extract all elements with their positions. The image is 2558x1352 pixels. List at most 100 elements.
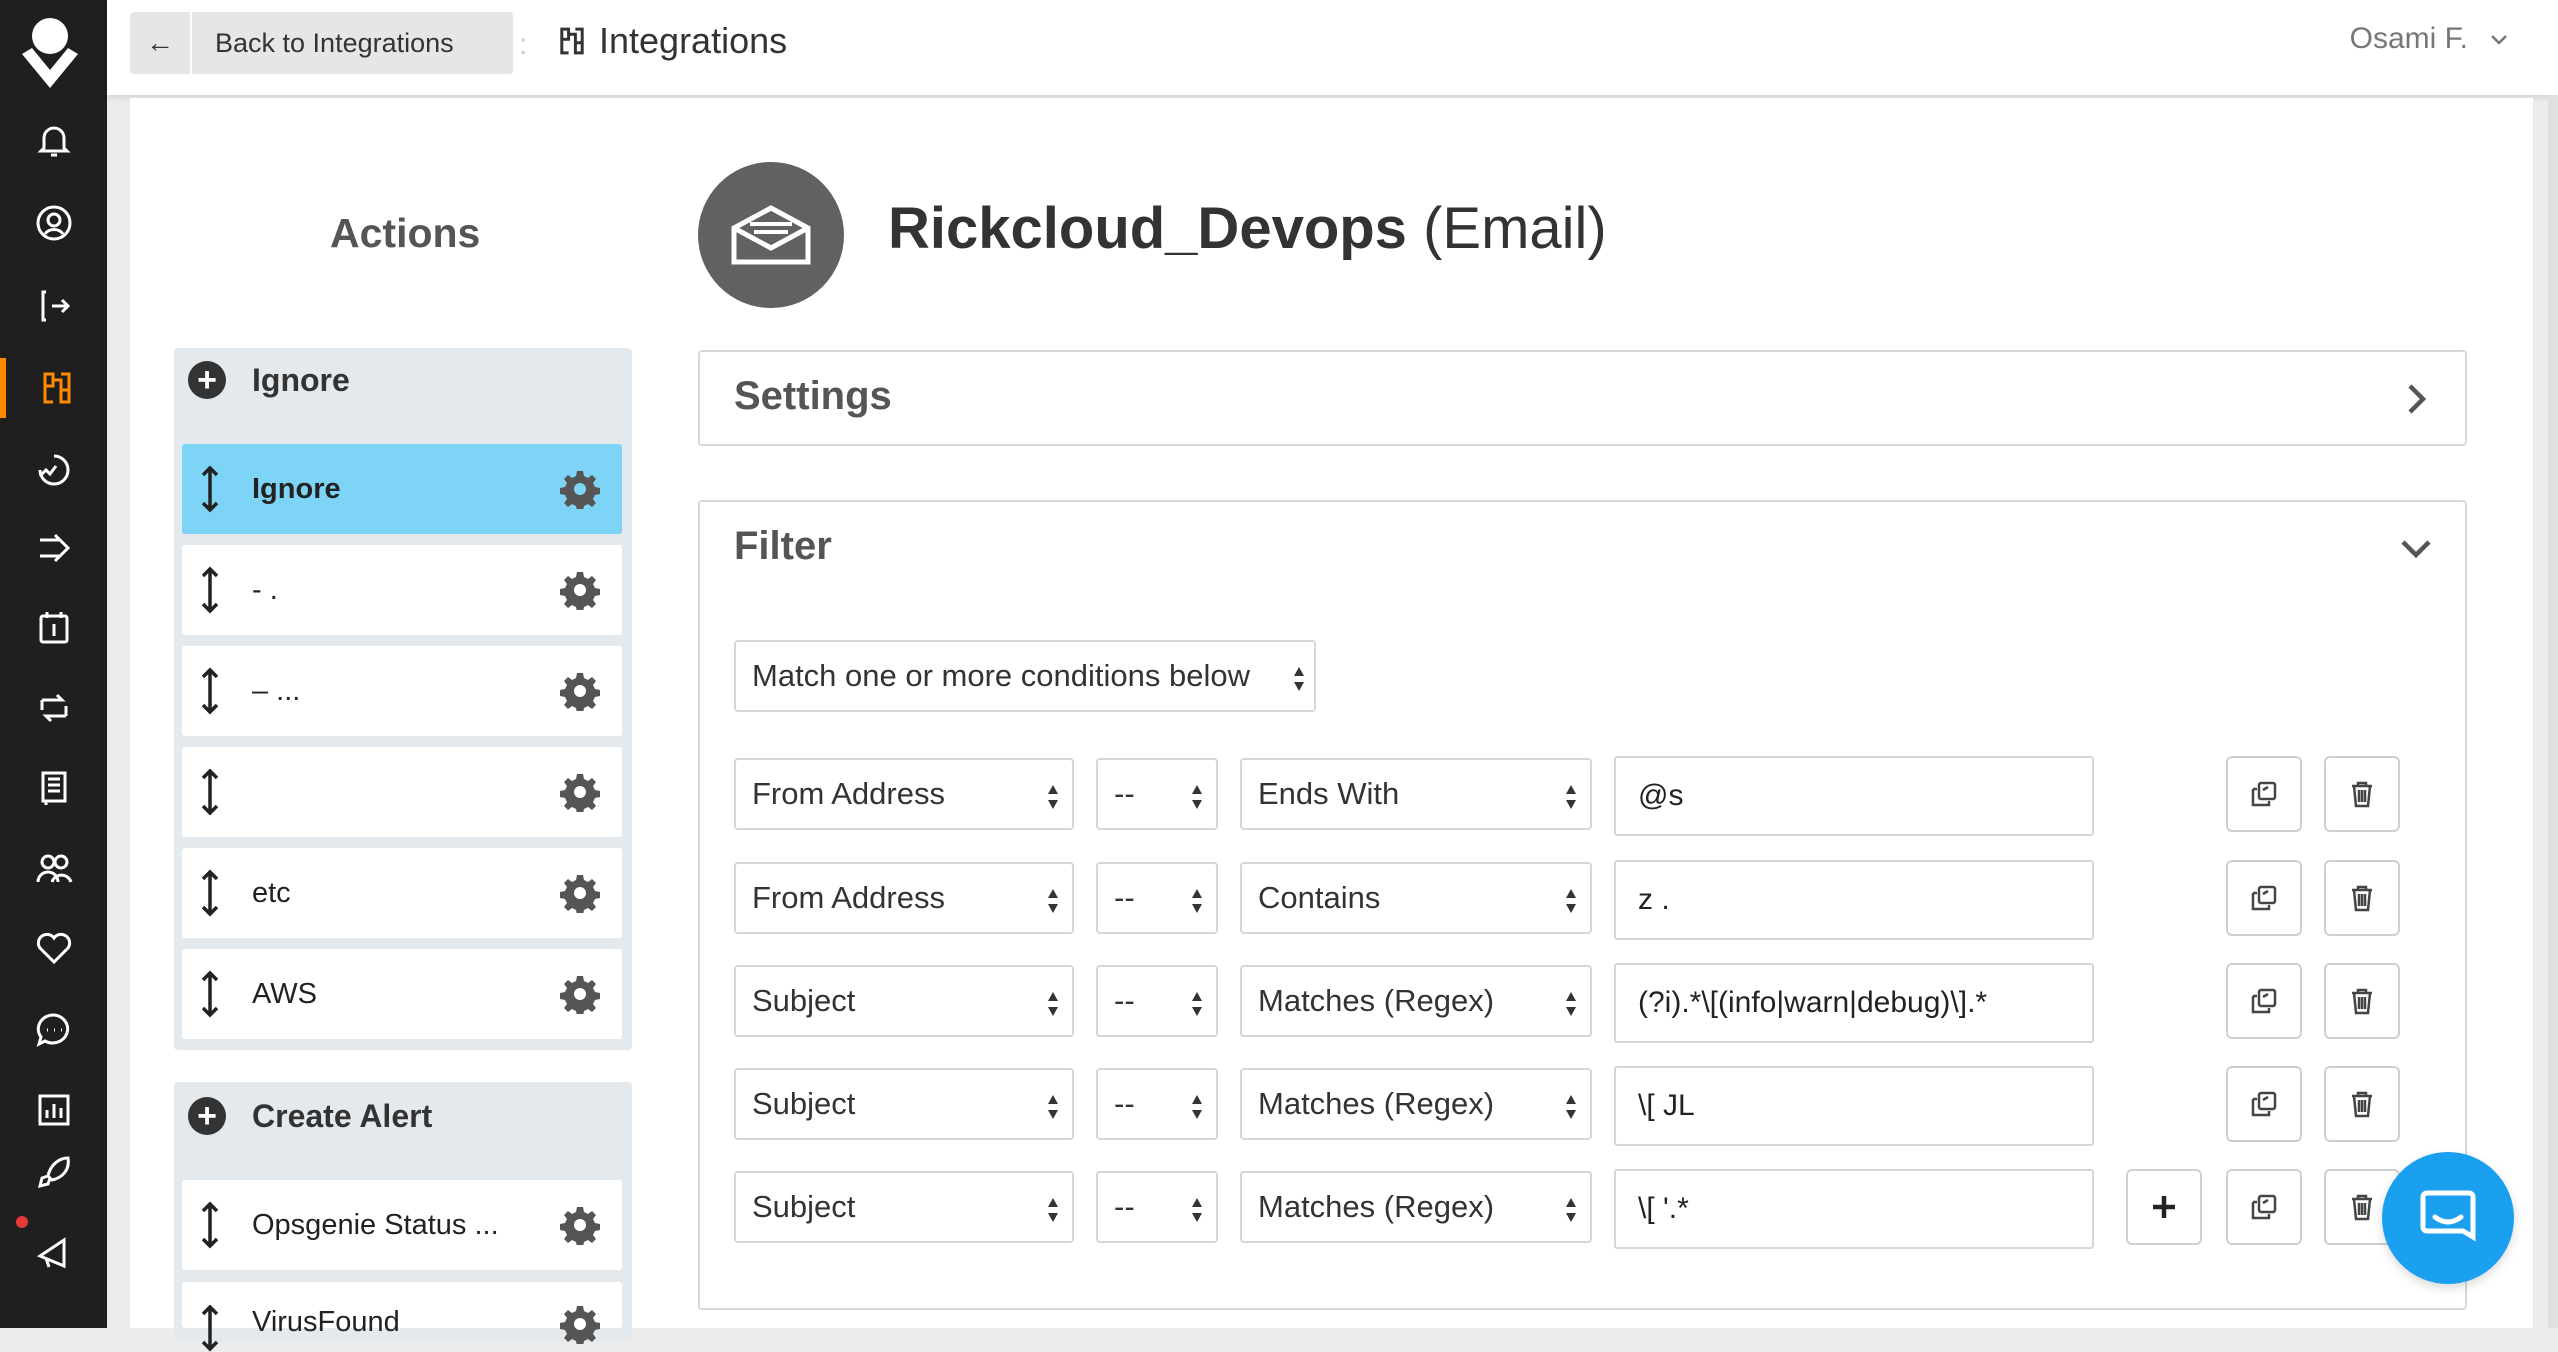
nav-schedules[interactable] <box>0 598 107 658</box>
phone-forward-icon <box>41 290 70 322</box>
gear-icon[interactable] <box>560 570 600 610</box>
condition-operation-select[interactable]: Matches (Regex) <box>1240 965 1592 1037</box>
drag-handle-icon[interactable] <box>197 1304 223 1352</box>
add-ignore-action-button[interactable]: + Ignore <box>188 350 350 410</box>
chat-bubble-icon <box>2420 1190 2476 1242</box>
integration-name: Rickcloud_Devops (Email) <box>888 195 1607 262</box>
nav-heartbeats[interactable] <box>0 440 107 500</box>
condition-field-value: Subject <box>752 1086 856 1121</box>
action-rule[interactable]: - . <box>182 545 622 635</box>
gear-icon[interactable] <box>560 974 600 1014</box>
nav-whats-new[interactable] <box>0 1142 107 1202</box>
condition-operation-select[interactable]: Contains <box>1240 862 1592 934</box>
condition-field-select[interactable]: Subject <box>734 965 1074 1037</box>
action-rule[interactable]: Opsgenie Status ... <box>182 1180 622 1270</box>
condition-not-select[interactable]: -- <box>1096 965 1218 1037</box>
heart-icon <box>36 932 71 965</box>
condition-not-select[interactable]: -- <box>1096 1068 1218 1140</box>
nav-alerts[interactable] <box>0 110 107 170</box>
drag-handle-icon[interactable] <box>197 667 223 715</box>
condition-not-select[interactable]: -- <box>1096 758 1218 830</box>
add-condition-button[interactable] <box>2126 1169 2202 1245</box>
delete-condition-button[interactable] <box>2324 1066 2400 1142</box>
settings-title: Settings <box>734 374 892 418</box>
plus-icon <box>2153 1196 2175 1218</box>
copy-condition-button[interactable] <box>2226 756 2302 832</box>
nav-reports[interactable] <box>0 1080 107 1140</box>
gear-icon[interactable] <box>560 873 600 913</box>
chevron-right-icon[interactable] <box>2399 382 2433 416</box>
condition-operation-select[interactable]: Ends With <box>1240 758 1592 830</box>
condition-value-input[interactable]: @s <box>1614 756 2094 836</box>
copy-condition-button[interactable] <box>2226 860 2302 936</box>
nav-integrations[interactable] <box>0 358 107 418</box>
copy-condition-button[interactable] <box>2226 1169 2302 1245</box>
gear-icon[interactable] <box>560 1304 600 1344</box>
actions-title: Actions <box>330 210 481 256</box>
condition-value-input[interactable]: \[ '.* <box>1614 1169 2094 1249</box>
condition-not-value: -- <box>1114 1086 1135 1121</box>
nav-favorites[interactable] <box>0 918 107 978</box>
drag-handle-icon[interactable] <box>197 566 223 614</box>
drag-handle-icon[interactable] <box>197 970 223 1018</box>
condition-not-value: -- <box>1114 983 1135 1018</box>
condition-not-select[interactable]: -- <box>1096 862 1218 934</box>
action-rule[interactable]: Ignore <box>182 444 622 534</box>
gear-icon[interactable] <box>560 469 600 509</box>
reports-icon <box>38 1094 69 1126</box>
action-rule[interactable]: VirusFound <box>182 1282 622 1352</box>
gear-icon[interactable] <box>560 772 600 812</box>
gear-icon[interactable] <box>560 1205 600 1245</box>
scrollbar[interactable] <box>2548 95 2558 1328</box>
action-rule[interactable]: – ... <box>182 646 622 736</box>
drag-handle-icon[interactable] <box>197 768 223 816</box>
copy-condition-button[interactable] <box>2226 1066 2302 1142</box>
back-to-integrations-button[interactable]: ← Back to Integrations <box>130 12 513 74</box>
nav-services[interactable] <box>0 758 107 818</box>
action-rule-name: AWS <box>252 977 317 1010</box>
drag-handle-icon[interactable] <box>197 869 223 917</box>
action-rule[interactable] <box>182 747 622 837</box>
chevron-down-icon[interactable] <box>2399 532 2433 566</box>
nav-chat[interactable] <box>0 1000 107 1060</box>
condition-operation-select[interactable]: Matches (Regex) <box>1240 1068 1592 1140</box>
gear-icon[interactable] <box>560 671 600 711</box>
chat-icon <box>36 1013 69 1047</box>
condition-operation-select[interactable]: Matches (Regex) <box>1240 1171 1592 1243</box>
user-menu[interactable]: Osami F. <box>2350 22 2510 56</box>
chat-launcher-button[interactable] <box>2382 1152 2514 1284</box>
trash-icon <box>2352 781 2372 808</box>
nav-who-is-on-call[interactable] <box>0 193 107 253</box>
delete-condition-button[interactable] <box>2324 756 2400 832</box>
condition-field-select[interactable]: Subject <box>734 1171 1074 1243</box>
nav-incoming-call[interactable] <box>0 276 107 336</box>
delete-condition-button[interactable] <box>2324 860 2400 936</box>
condition-value-input[interactable]: z . <box>1614 860 2094 940</box>
condition-field-select[interactable]: From Address <box>734 758 1074 830</box>
add-create-alert-action-button[interactable]: + Create Alert <box>188 1086 432 1146</box>
settings-section[interactable]: Settings <box>698 350 2467 446</box>
condition-not-select[interactable]: -- <box>1096 1171 1218 1243</box>
copy-condition-button[interactable] <box>2226 963 2302 1039</box>
condition-value-input[interactable]: \[ JL <box>1614 1066 2094 1146</box>
envelope-icon <box>731 205 811 265</box>
drag-handle-icon[interactable] <box>197 1201 223 1249</box>
drag-handle-icon[interactable] <box>197 465 223 513</box>
condition-value-input[interactable]: (?i).*\[(info|warn|debug)\].* <box>1614 963 2094 1043</box>
nav-routing[interactable] <box>0 518 107 578</box>
nav-announcements[interactable] <box>0 1222 107 1282</box>
condition-field-select[interactable]: From Address <box>734 862 1074 934</box>
group-label: Create Alert <box>252 1097 433 1134</box>
action-rule[interactable]: etc <box>182 848 622 938</box>
nav-teams[interactable] <box>0 838 107 898</box>
bell-icon <box>36 126 71 157</box>
breadcrumb-separator: : <box>519 28 528 61</box>
match-mode-select[interactable]: Match one or more conditions below <box>734 640 1316 712</box>
nav-escalations[interactable] <box>0 678 107 738</box>
action-rule[interactable]: AWS <box>182 949 622 1039</box>
delete-condition-button[interactable] <box>2324 963 2400 1039</box>
condition-field-select[interactable]: Subject <box>734 1068 1074 1140</box>
opsgenie-logo[interactable] <box>18 14 82 90</box>
condition-operation-value: Ends With <box>1258 776 1400 811</box>
sort-arrows-icon <box>1048 1095 1058 1119</box>
